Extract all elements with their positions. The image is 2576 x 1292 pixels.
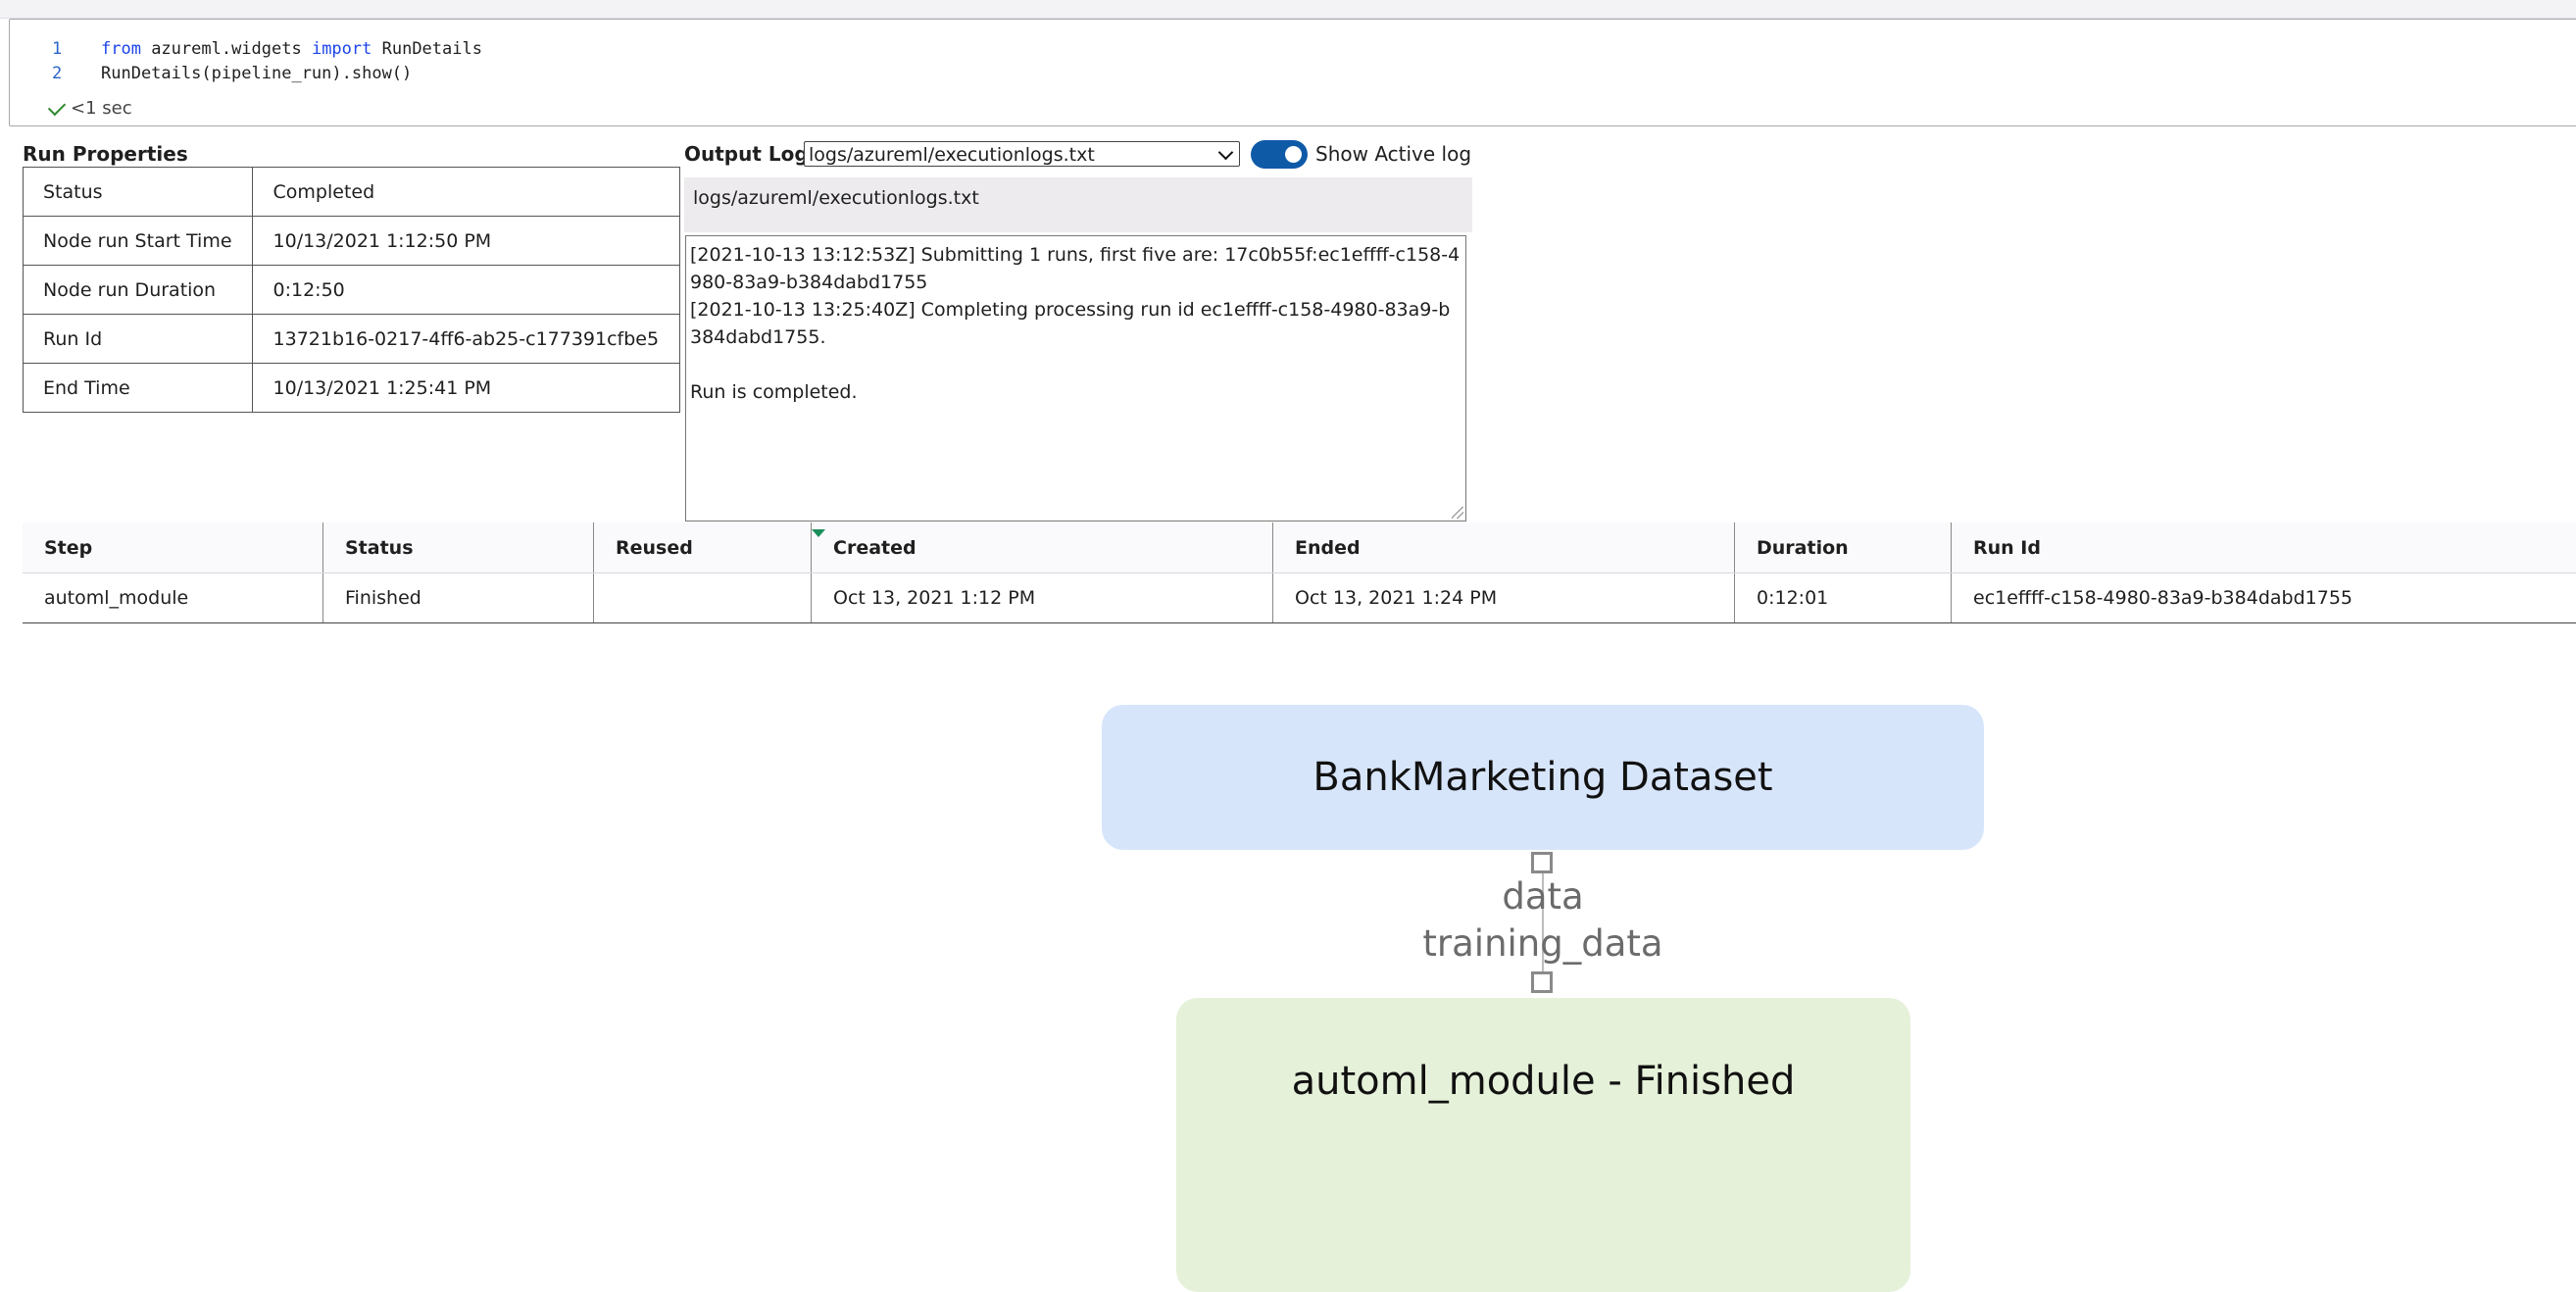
run-properties-table: Status Completed Node run Start Time 10/13… xyxy=(23,167,681,413)
code-line-1: 1 from azureml.widgets import RunDetails xyxy=(10,39,2576,63)
column-header-status[interactable]: Status xyxy=(323,522,594,572)
run-properties-title: Run Properties xyxy=(23,142,188,166)
log-textarea[interactable]: [2021-10-13 13:12:53Z] Submitting 1 runs… xyxy=(685,235,1466,522)
column-header-reused[interactable]: Reused xyxy=(594,522,812,572)
steps-table-header: Step Status Reused Created Ended Duratio… xyxy=(23,522,2576,573)
property-value: 13721b16-0217-4ff6-ab25-c177391cfbe5 xyxy=(251,314,681,364)
property-row: Node run Duration 0:12:50 xyxy=(23,265,681,315)
cell-reused xyxy=(594,573,812,622)
column-header-created[interactable]: Created xyxy=(812,522,1273,572)
toggle-knob xyxy=(1285,146,1302,163)
sort-descending-icon xyxy=(812,529,825,537)
cell-run-id: ec1effff-c158-4980-83a9-b384dabd1755 xyxy=(1973,587,2353,609)
table-row[interactable]: automl_module Finished Oct 13, 2021 1:12… xyxy=(23,573,2576,623)
property-value: 10/13/2021 1:12:50 PM xyxy=(251,216,681,266)
execution-time: <1 sec xyxy=(71,98,132,119)
cell-ended: Oct 13, 2021 1:24 PM xyxy=(1273,573,1735,622)
column-header-run-id[interactable]: Run Id xyxy=(1952,522,2576,572)
log-line: Run is completed. xyxy=(690,381,858,403)
property-row: Node run Start Time 10/13/2021 1:12:50 PM xyxy=(23,216,681,266)
edge-output-label: data xyxy=(1502,875,1584,918)
property-row: Status Completed xyxy=(23,167,681,217)
output-port[interactable] xyxy=(1531,852,1553,873)
code-line-2: 2 RunDetails(pipeline_run).show() xyxy=(10,64,2576,87)
execution-status: <1 sec xyxy=(47,97,132,119)
module-node[interactable]: automl_module - Finished xyxy=(1176,998,1910,1292)
log-line: [2021-10-13 13:12:53Z] Submitting 1 runs… xyxy=(690,244,1461,293)
log-file-selected: logs/azureml/executionlogs.txt xyxy=(809,144,1095,166)
property-key: Run Id xyxy=(23,314,253,364)
resize-handle-icon[interactable] xyxy=(1452,507,1463,519)
show-active-log-label: Show Active log xyxy=(1315,142,1472,166)
dataset-node[interactable]: BankMarketing Dataset xyxy=(1102,705,1984,850)
top-strip xyxy=(0,0,2576,19)
property-key: Node run Start Time xyxy=(23,216,253,266)
dataset-node-label: BankMarketing Dataset xyxy=(1313,755,1773,800)
cell-created: Oct 13, 2021 1:12 PM xyxy=(812,573,1273,622)
output-logs-title: Output Logs xyxy=(684,142,820,166)
property-row: Run Id 13721b16-0217-4ff6-ab25-c177391cfb… xyxy=(23,314,681,364)
cell-step: automl_module xyxy=(23,573,323,622)
property-value: 10/13/2021 1:25:41 PM xyxy=(251,363,681,413)
code-text: RunDetails(pipeline_run).show() xyxy=(101,64,413,83)
property-row: End Time 10/13/2021 1:25:41 PM xyxy=(23,363,681,413)
property-key: Node run Duration xyxy=(23,265,253,315)
log-file-header: logs/azureml/executionlogs.txt xyxy=(684,177,1472,232)
show-active-log-toggle[interactable] xyxy=(1251,140,1308,169)
input-port[interactable] xyxy=(1531,971,1553,993)
property-value: Completed xyxy=(251,167,681,217)
cell-duration: 0:12:01 xyxy=(1735,573,1952,622)
edge-input-label: training_data xyxy=(1422,922,1663,965)
property-key: End Time xyxy=(23,363,253,413)
column-header-step[interactable]: Step xyxy=(23,522,323,572)
line-number: 2 xyxy=(52,64,63,83)
chevron-down-icon xyxy=(1217,144,1234,161)
code-text: from azureml.widgets import RunDetails xyxy=(101,39,482,59)
property-value: 0:12:50 xyxy=(251,265,681,315)
log-file-select[interactable]: logs/azureml/executionlogs.txt xyxy=(804,141,1240,167)
log-line: [2021-10-13 13:25:40Z] Completing proces… xyxy=(690,299,1451,348)
column-header-ended[interactable]: Ended xyxy=(1273,522,1735,572)
code-cell[interactable]: 1 from azureml.widgets import RunDetails… xyxy=(9,19,2576,126)
line-number: 1 xyxy=(52,39,63,59)
cell-status: Finished xyxy=(323,573,594,622)
steps-table: Step Status Reused Created Ended Duratio… xyxy=(23,522,2576,623)
module-node-label: automl_module - Finished xyxy=(1291,1059,1796,1104)
column-header-duration[interactable]: Duration xyxy=(1735,522,1952,572)
property-key: Status xyxy=(23,167,253,217)
checkmark-icon xyxy=(47,97,67,116)
